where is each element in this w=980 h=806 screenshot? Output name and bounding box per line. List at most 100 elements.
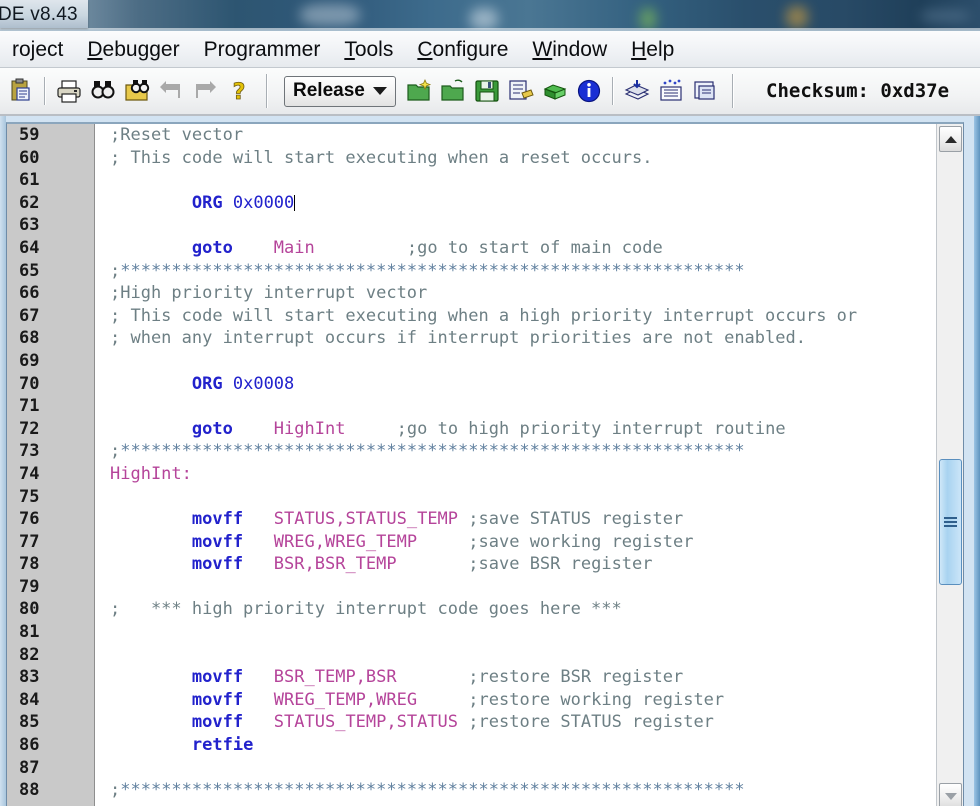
find-in-files-button[interactable] xyxy=(120,71,154,111)
code-line[interactable]: ORG 0x0008 xyxy=(96,373,935,396)
line-number: 59 xyxy=(19,125,40,145)
menu-help-label: elp xyxy=(646,37,675,61)
code-line[interactable] xyxy=(96,576,935,599)
code-line[interactable]: ; This code will start executing when a … xyxy=(96,147,935,170)
line-number: 83 xyxy=(19,667,40,688)
window-right-edge xyxy=(974,116,980,806)
code-line[interactable]: ; This code will start executing when a … xyxy=(96,305,935,328)
code-line[interactable]: ;***************************************… xyxy=(96,779,935,802)
menu-window[interactable]: Window xyxy=(520,37,619,62)
code-line[interactable]: movff WREG,WREG_TEMP ;save working regis… xyxy=(96,531,935,554)
scroll-down-button[interactable] xyxy=(939,783,962,806)
menu-tools-mnemonic: T xyxy=(344,37,355,61)
menu-tools[interactable]: Tools xyxy=(332,37,405,62)
code-token: ;restore BSR register xyxy=(468,667,684,688)
line-number: 77 xyxy=(19,531,40,552)
code-line[interactable]: movff WREG_TEMP,WREG ;restore working re… xyxy=(96,689,935,712)
code-token: 0x0008 xyxy=(232,373,295,394)
code-line[interactable]: movff STATUS_TEMP,STATUS ;restore STATUS… xyxy=(96,711,935,734)
scrollbar-thumb[interactable] xyxy=(939,459,962,585)
window-title-bar[interactable]: DE v8.43 xyxy=(0,0,88,28)
code-token: ;save working register xyxy=(468,531,694,552)
build-icon xyxy=(509,80,534,100)
code-token: ; *** high priority interrupt code goes … xyxy=(110,599,622,620)
line-number: 67 xyxy=(19,305,40,326)
read-device-button[interactable] xyxy=(688,71,722,111)
scroll-up-button[interactable] xyxy=(939,126,962,152)
erase-device-button[interactable] xyxy=(654,71,688,111)
menu-debugger[interactable]: Debugger xyxy=(75,37,191,62)
code-line[interactable]: ;***************************************… xyxy=(96,440,935,463)
find-icon xyxy=(91,81,115,99)
code-line[interactable] xyxy=(96,644,935,667)
checksum-label: Checksum: 0xd37e xyxy=(766,80,950,102)
program-info-button[interactable] xyxy=(572,71,606,111)
text-cursor xyxy=(294,194,296,211)
code-text-area[interactable]: ;Reset vector; This code will start exec… xyxy=(96,124,935,806)
code-token: ;restore working register xyxy=(468,689,725,710)
menu-programmer[interactable]: Programmer xyxy=(192,37,333,62)
menu-project[interactable]: roject xyxy=(0,37,75,62)
line-number: 74 xyxy=(19,463,40,484)
code-line[interactable]: ; *** high priority interrupt code goes … xyxy=(96,598,935,621)
program-device-button[interactable] xyxy=(620,71,654,111)
menu-configure-mnemonic: C xyxy=(417,37,433,61)
code-token: ;High priority interrupt vector xyxy=(110,283,428,304)
open-project-button[interactable] xyxy=(436,71,470,111)
save-project-button[interactable] xyxy=(470,71,504,111)
desktop-blur-shape xyxy=(786,6,808,28)
line-number: 75 xyxy=(19,486,40,507)
code-line[interactable]: goto Main ;go to start of main code xyxy=(96,237,935,260)
code-line[interactable] xyxy=(96,621,935,644)
code-line[interactable] xyxy=(96,214,935,237)
menu-programmer-mnemonic: g xyxy=(236,37,248,61)
code-line[interactable]: ;High priority interrupt vector xyxy=(96,282,935,305)
code-line[interactable] xyxy=(96,169,935,192)
code-line[interactable]: ;***************************************… xyxy=(96,260,935,283)
build-button[interactable] xyxy=(504,71,538,111)
toolbar-separator-1 xyxy=(44,77,46,105)
code-token: 0x0000 xyxy=(232,192,295,213)
code-line[interactable]: ; when any interrupt occurs if interrupt… xyxy=(96,327,935,350)
code-line[interactable]: ;Reset vector xyxy=(96,124,935,147)
print-button[interactable] xyxy=(52,71,86,111)
line-number: 62 xyxy=(19,192,40,213)
find-button[interactable] xyxy=(86,71,120,111)
redo-button[interactable] xyxy=(188,71,222,111)
line-number: 79 xyxy=(19,576,40,597)
menu-programmer-label-2: rammer xyxy=(247,37,321,61)
menu-debugger-mnemonic: D xyxy=(87,37,103,61)
menu-bar: roject Debugger Programmer Tools Configu… xyxy=(0,31,980,68)
menu-help[interactable]: Help xyxy=(619,37,686,62)
undo-button[interactable] xyxy=(154,71,188,111)
menu-configure[interactable]: Configure xyxy=(405,37,520,62)
line-number-gutter: 59 60 61 62 63 64 65 66 67 68 69 70 71 72 73 74 75 76 77 78… xyxy=(7,124,95,806)
code-line[interactable]: movff BSR,BSR_TEMP ;save BSR register xyxy=(96,553,935,576)
paste-button[interactable] xyxy=(4,71,38,111)
code-line[interactable]: goto HighInt ;go to high priority interr… xyxy=(96,418,935,441)
source-editor: 59 60 61 62 63 64 65 66 67 68 69 70 71 72 73 74 75 76 77 78… xyxy=(6,122,964,806)
new-project-button[interactable] xyxy=(402,71,436,111)
code-line[interactable] xyxy=(96,486,935,509)
code-line[interactable]: HighInt: xyxy=(96,463,935,486)
code-line[interactable]: movff STATUS,STATUS_TEMP ;save STATUS re… xyxy=(96,508,935,531)
code-line[interactable]: retfie xyxy=(96,734,935,757)
editor-vertical-scrollbar[interactable] xyxy=(936,124,963,806)
make-button[interactable] xyxy=(538,71,572,111)
build-configuration-dropdown[interactable]: Release xyxy=(284,75,396,107)
code-line[interactable] xyxy=(96,350,935,373)
window-title: DE v8.43 xyxy=(0,4,78,25)
code-line[interactable] xyxy=(96,395,935,418)
help-button[interactable]: ? xyxy=(222,71,256,111)
code-line[interactable]: ORG 0x0000 xyxy=(96,192,935,215)
read-device-icon xyxy=(694,81,715,100)
code-line[interactable]: movff BSR_TEMP,BSR ;restore BSR register xyxy=(96,666,935,689)
scroll-up-icon xyxy=(944,135,957,143)
code-line[interactable] xyxy=(96,757,935,780)
